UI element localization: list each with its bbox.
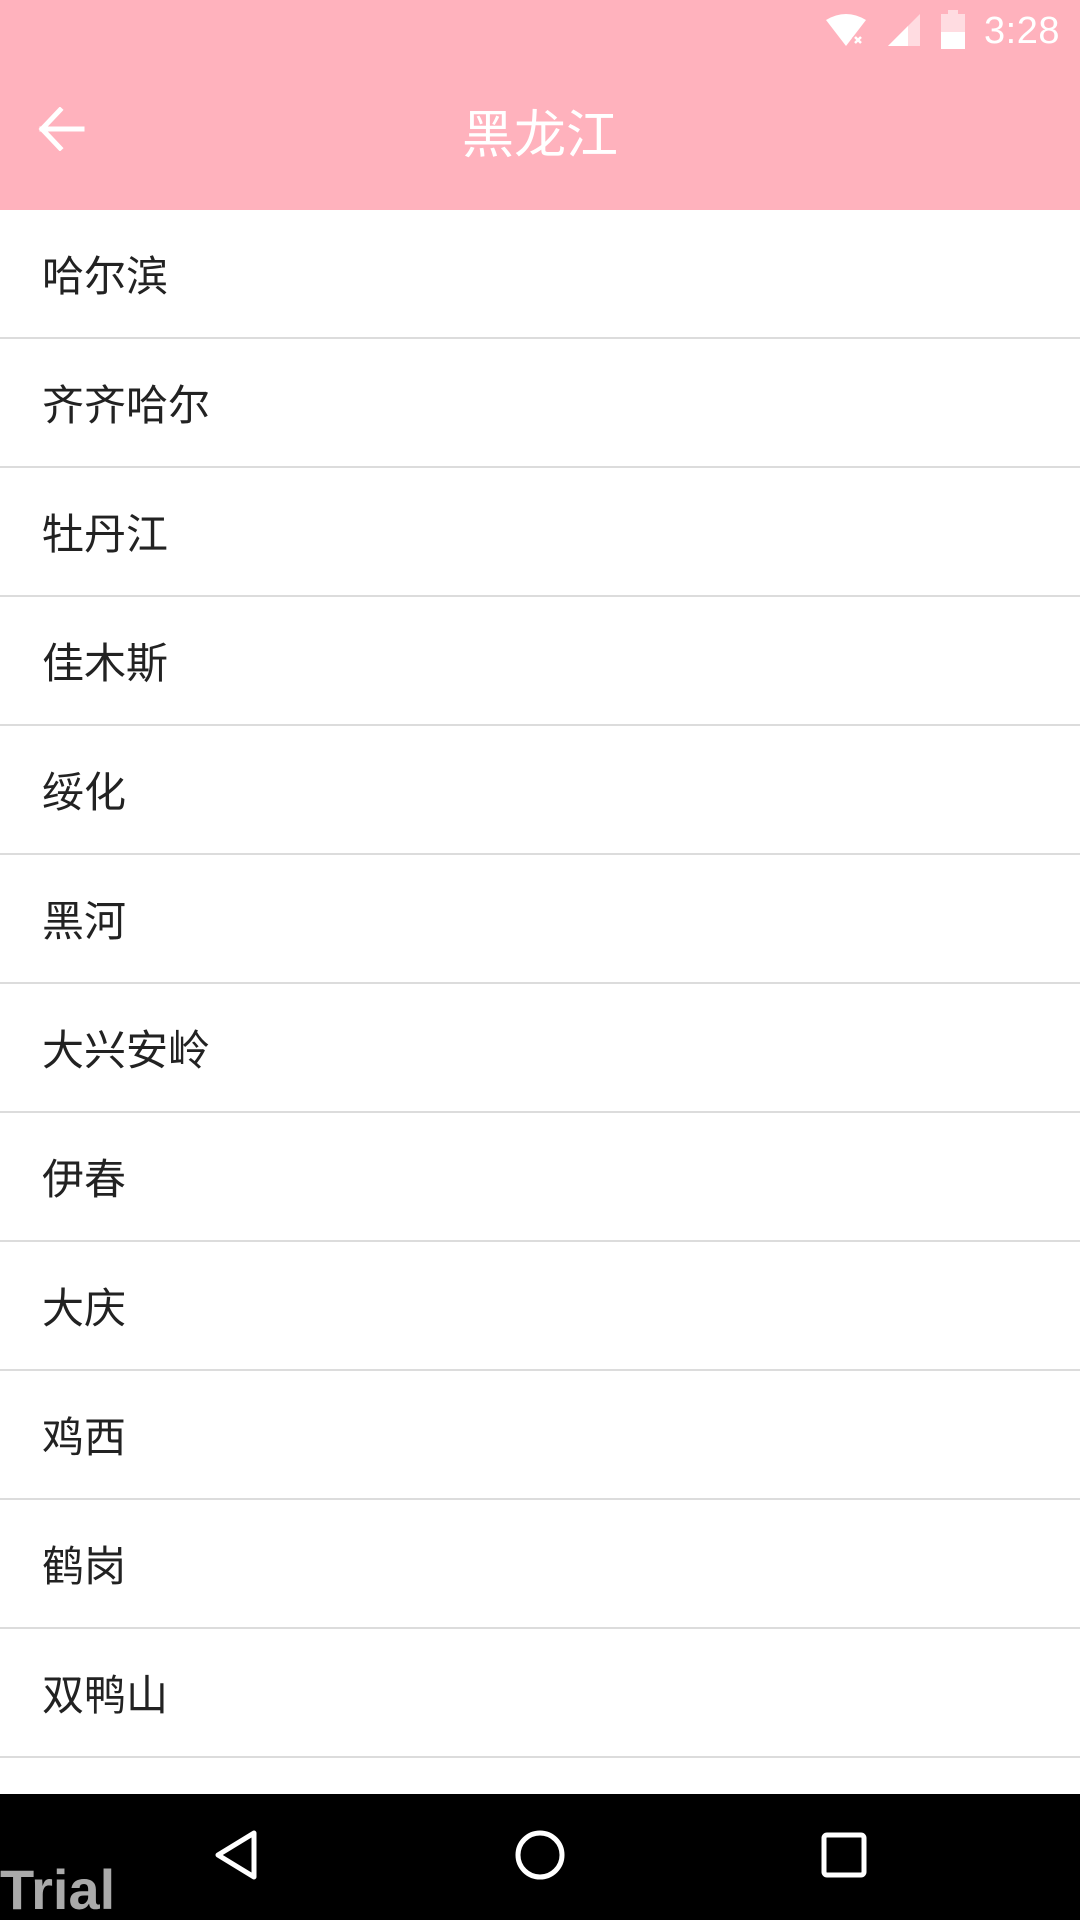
app-bar: 黑龙江 — [0, 63, 1080, 210]
list-item[interactable]: 伊春 — [0, 1113, 1080, 1242]
list-item[interactable]: 牡丹江 — [0, 468, 1080, 597]
list-item-label: 齐齐哈尔 — [42, 381, 211, 430]
list-item-label: 绥化 — [42, 768, 127, 817]
list-item[interactable]: 哈尔滨 — [0, 210, 1080, 339]
list-item[interactable]: 绥化 — [0, 726, 1080, 855]
list-item-label: 大庆 — [42, 1284, 127, 1333]
list-item-label: 黑河 — [42, 897, 127, 946]
recents-square-icon — [820, 1831, 868, 1883]
nav-recents-button[interactable] — [804, 1817, 884, 1897]
navigation-bar: Trial — [0, 1794, 1080, 1920]
list-item[interactable]: 佳木斯 — [0, 597, 1080, 726]
list-item-label: 伊春 — [42, 1155, 127, 1204]
list-item-label: 牡丹江 — [42, 510, 169, 559]
page-title: 黑龙江 — [461, 106, 618, 166]
cell-signal-icon — [886, 12, 922, 52]
back-triangle-icon — [212, 1829, 260, 1885]
status-icons: 3:28 — [824, 0, 1060, 63]
list-item-label: 大兴安岭 — [42, 1026, 211, 1075]
list-item-label: 哈尔滨 — [42, 252, 169, 301]
list-item-label: 佳木斯 — [42, 639, 169, 688]
list-item-label: 双鸭山 — [42, 1671, 169, 1720]
status-time: 3:28 — [984, 10, 1060, 52]
city-list: 哈尔滨 齐齐哈尔 牡丹江 佳木斯 绥化 黑河 大兴安岭 伊春 大庆 鸡西 鹤岗 … — [0, 210, 1080, 1794]
list-item[interactable]: 黑河 — [0, 855, 1080, 984]
list-item[interactable]: 齐齐哈尔 — [0, 339, 1080, 468]
trial-watermark: Trial — [0, 1858, 116, 1920]
battery-icon — [940, 9, 966, 54]
list-item[interactable]: 鹤岗 — [0, 1500, 1080, 1629]
list-item-label: 鹤岗 — [42, 1542, 127, 1591]
wifi-off-icon — [824, 12, 868, 52]
screen: 3:28 黑龙江 哈尔滨 齐齐哈尔 牡丹江 佳木斯 绥化 黑河 大兴安岭 伊春 … — [0, 0, 1080, 1920]
list-item[interactable]: 双鸭山 — [0, 1629, 1080, 1758]
nav-home-button[interactable] — [500, 1817, 580, 1897]
nav-back-button[interactable] — [196, 1817, 276, 1897]
list-item[interactable]: 大兴安岭 — [0, 984, 1080, 1113]
list-item[interactable]: 大庆 — [0, 1242, 1080, 1371]
list-item-label: 鸡西 — [42, 1413, 127, 1462]
list-item[interactable]: 鸡西 — [0, 1371, 1080, 1500]
status-bar: 3:28 — [0, 0, 1080, 63]
home-circle-icon — [514, 1829, 566, 1885]
